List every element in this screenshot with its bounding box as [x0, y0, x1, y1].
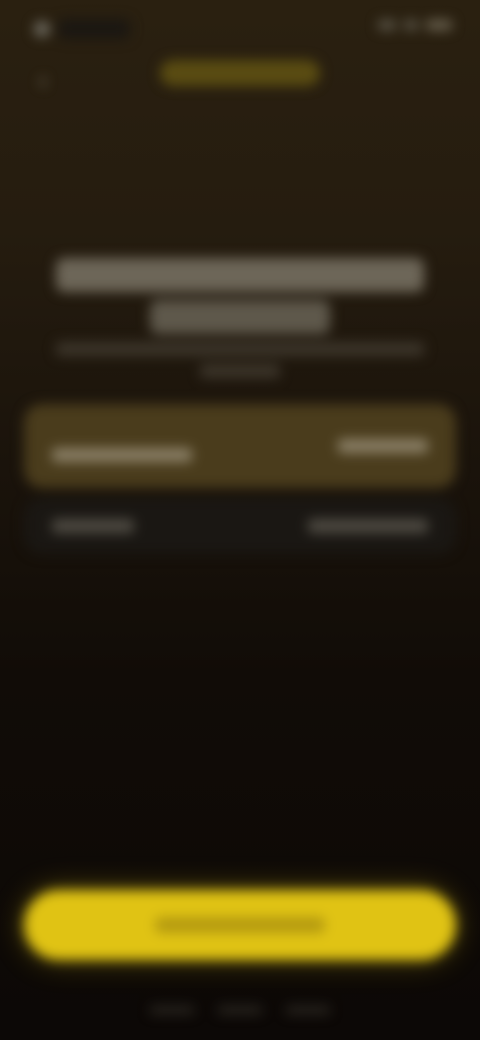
header-pill-label [160, 60, 320, 86]
plan-option-price [338, 439, 428, 453]
status-time [58, 19, 130, 39]
plan-option-selected[interactable] [24, 404, 456, 488]
footer-link[interactable] [150, 1006, 194, 1014]
plan-option-label [52, 519, 134, 533]
wifi-icon [404, 20, 418, 30]
plan-option-price [308, 519, 428, 533]
header-pill [160, 60, 320, 86]
paywall-screen: ‹ [0, 0, 480, 1040]
footer-link[interactable] [286, 1006, 330, 1014]
signal-icon [378, 20, 396, 30]
plan-option[interactable] [24, 498, 456, 554]
footer-links [150, 1006, 330, 1014]
status-bar-right [378, 20, 452, 30]
chevron-left-icon: ‹ [39, 67, 47, 94]
status-bar-left [34, 14, 134, 44]
headline-line-2 [150, 300, 330, 334]
subtitle-line-2 [200, 364, 280, 378]
continue-button[interactable] [24, 890, 456, 960]
footer-link[interactable] [218, 1006, 262, 1014]
continue-button-label [155, 917, 325, 933]
app-glyph-icon [34, 21, 50, 37]
blurred-content: ‹ [0, 0, 480, 1040]
headline-line-1 [56, 258, 424, 292]
back-button[interactable]: ‹ [28, 66, 58, 96]
battery-icon [426, 20, 452, 30]
subtitle-line-1 [56, 342, 424, 356]
plan-option-label [52, 448, 192, 462]
